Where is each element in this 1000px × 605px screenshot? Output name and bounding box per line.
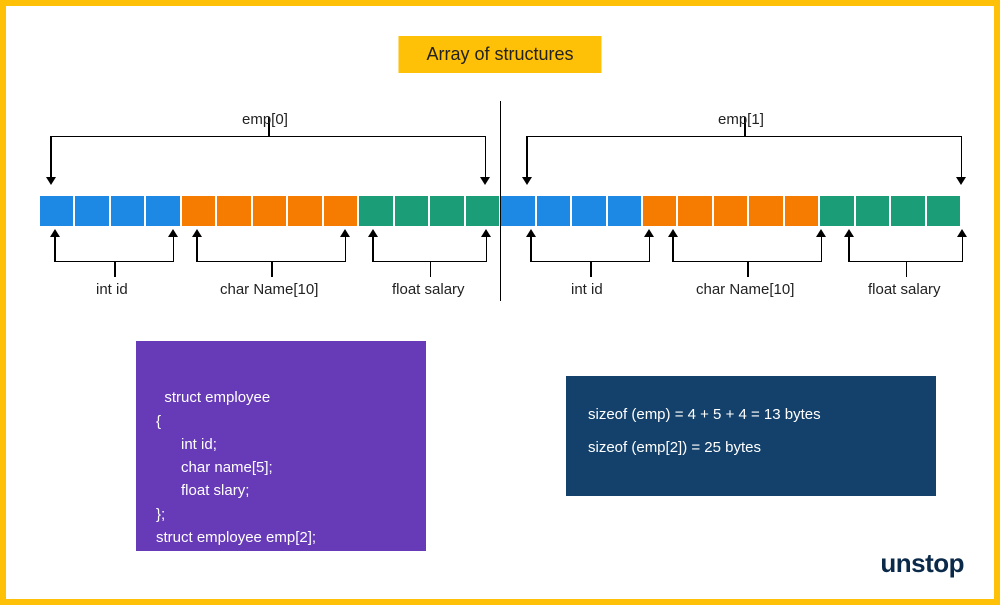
cell-char: [182, 196, 215, 226]
bracket-float-1: [848, 261, 963, 262]
label-emp1: emp[1]: [718, 111, 764, 128]
cell-int: [537, 196, 570, 226]
cell-float: [891, 196, 924, 226]
cell-char: [253, 196, 286, 226]
cell-int: [501, 196, 534, 226]
cell-int: [111, 196, 144, 226]
cell-float: [466, 196, 499, 226]
cell-int: [572, 196, 605, 226]
cell-float: [359, 196, 392, 226]
label-emp0: emp[0]: [242, 111, 288, 128]
title-text: Array of structures: [426, 44, 573, 64]
cell-int: [75, 196, 108, 226]
cell-char: [288, 196, 321, 226]
label-intid-0: int id: [96, 281, 128, 298]
cell-float: [430, 196, 463, 226]
cell-int: [146, 196, 179, 226]
label-float-0: float salary: [392, 281, 465, 298]
cell-int: [608, 196, 641, 226]
sizeof-line1: sizeof (emp) = 4 + 5 + 4 = 13 bytes: [588, 398, 914, 431]
logo-text: unstop: [880, 548, 964, 578]
cell-char: [785, 196, 818, 226]
memory-row: [40, 196, 960, 226]
label-charname-1: char Name[10]: [696, 281, 794, 298]
cell-int: [40, 196, 73, 226]
cell-float: [927, 196, 960, 226]
cell-char: [643, 196, 676, 226]
code-text: struct employee { int id; char name[5]; …: [156, 389, 316, 546]
title-box: Array of structures: [398, 36, 601, 73]
label-intid-1: int id: [571, 281, 603, 298]
bracket-charname-0: [196, 261, 346, 262]
cell-char: [678, 196, 711, 226]
code-box: struct employee { int id; char name[5]; …: [136, 341, 426, 551]
cell-float: [820, 196, 853, 226]
label-charname-0: char Name[10]: [220, 281, 318, 298]
label-float-1: float salary: [868, 281, 941, 298]
sizeof-line2: sizeof (emp[2]) = 25 bytes: [588, 431, 914, 464]
cell-float: [856, 196, 889, 226]
sizeof-box: sizeof (emp) = 4 + 5 + 4 = 13 bytes size…: [566, 376, 936, 496]
cell-char: [217, 196, 250, 226]
bracket-emp0: [50, 136, 486, 137]
bracket-float-0: [372, 261, 487, 262]
bracket-charname-1: [672, 261, 822, 262]
cell-float: [395, 196, 428, 226]
bracket-intid-0: [54, 261, 174, 262]
cell-char: [714, 196, 747, 226]
bracket-emp1: [526, 136, 962, 137]
bracket-intid-1: [530, 261, 650, 262]
cell-char: [749, 196, 782, 226]
cell-char: [324, 196, 357, 226]
logo: unstop: [880, 548, 964, 579]
